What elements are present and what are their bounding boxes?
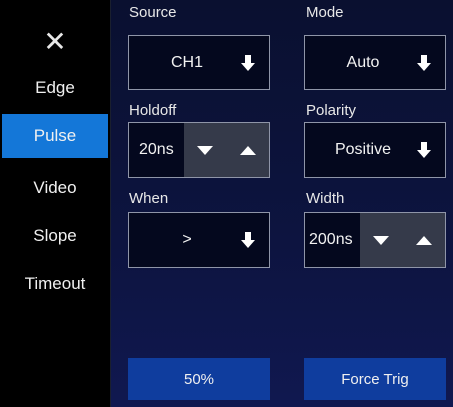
decrease-icon[interactable] xyxy=(373,235,390,245)
sidebar: ✕ Edge Pulse Video Slope Timeout xyxy=(0,0,111,407)
width-label: Width xyxy=(306,190,345,207)
sidebar-item-label: Slope xyxy=(33,226,77,245)
mode-select[interactable]: Auto xyxy=(304,35,446,90)
force-trig-label: Force Trig xyxy=(341,370,409,388)
width-value: 200ns xyxy=(309,231,353,248)
sidebar-item-label: Pulse xyxy=(33,126,77,145)
sidebar-item-video[interactable]: Video xyxy=(0,166,110,210)
source-value: CH1 xyxy=(170,53,203,71)
polarity-label: Polarity xyxy=(306,102,357,119)
source-select[interactable]: CH1 xyxy=(128,35,270,90)
holdoff-label: Holdoff xyxy=(129,102,177,119)
holdoff-stepper xyxy=(184,123,269,177)
sidebar-item-label: Video xyxy=(33,178,77,197)
polarity-value: Positive xyxy=(334,141,392,158)
close-icon: ✕ xyxy=(43,25,67,57)
fifty-percent-label: 50% xyxy=(183,370,215,388)
force-trig-button[interactable]: Force Trig xyxy=(304,358,446,400)
trigger-window: ✕ Edge Pulse Video Slope Timeout Source … xyxy=(0,0,453,407)
mode-label: Mode xyxy=(306,4,344,21)
mode-value: Auto xyxy=(346,53,380,71)
decrease-icon[interactable] xyxy=(197,145,214,155)
arrow-down-icon xyxy=(241,232,255,248)
width-field[interactable]: 200ns xyxy=(304,212,446,268)
sidebar-item-label: Timeout xyxy=(24,274,86,293)
holdoff-field[interactable]: 20ns xyxy=(128,122,270,178)
arrow-down-icon xyxy=(241,54,255,71)
sidebar-item-edge[interactable]: Edge xyxy=(0,66,110,110)
increase-icon[interactable] xyxy=(415,235,432,245)
sidebar-item-slope[interactable]: Slope xyxy=(0,214,110,258)
fifty-percent-button[interactable]: 50% xyxy=(128,358,270,400)
width-stepper xyxy=(360,213,445,267)
sidebar-item-label: Edge xyxy=(35,78,75,97)
pulse-settings-panel: Source CH1 Mode Auto Holdoff 20ns Polari… xyxy=(111,0,453,407)
arrow-down-icon xyxy=(417,54,431,71)
close-button[interactable]: ✕ xyxy=(36,22,74,60)
sidebar-item-timeout[interactable]: Timeout xyxy=(0,262,110,306)
sidebar-item-pulse[interactable]: Pulse xyxy=(2,114,108,158)
polarity-select[interactable]: Positive xyxy=(304,122,446,178)
increase-icon[interactable] xyxy=(239,145,256,155)
holdoff-value: 20ns xyxy=(139,141,174,158)
when-label: When xyxy=(129,190,169,207)
arrow-down-icon xyxy=(417,142,431,158)
when-select[interactable]: > xyxy=(128,212,270,268)
when-value: > xyxy=(182,231,192,248)
source-label: Source xyxy=(129,4,177,21)
